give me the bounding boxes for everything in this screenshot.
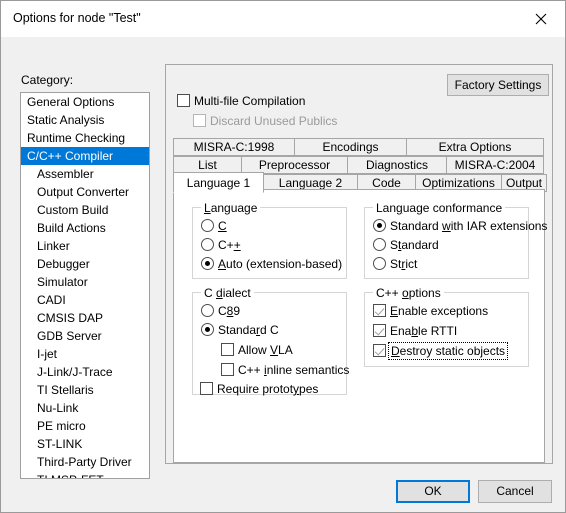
tab-diagnostics[interactable]: Diagnostics (347, 156, 447, 174)
radio-language-cpp[interactable]: C++ (201, 238, 241, 252)
checkbox-box (373, 344, 386, 357)
radio-language-c-label: C (218, 219, 227, 233)
category-item[interactable]: Third-Party Driver (21, 453, 149, 471)
options-dialog: Options for node "Test" Category: Genera… (0, 0, 566, 513)
category-item[interactable]: Nu-Link (21, 399, 149, 417)
category-item[interactable]: Simulator (21, 273, 149, 291)
group-c-dialect: C dialect C89 Standard C Allow VLA C++ i… (192, 286, 349, 395)
radio-language-c[interactable]: C (201, 219, 227, 233)
checkbox-enable-exceptions[interactable]: Enable exceptions (373, 304, 488, 318)
radio-language-cpp-label: C++ (218, 238, 241, 252)
radio-c89-label: C89 (218, 304, 241, 318)
category-item[interactable]: C/C++ Compiler (21, 147, 149, 165)
category-list[interactable]: General Options Static Analysis Runtime Ch… (20, 92, 150, 479)
checkbox-box (177, 94, 190, 107)
multifile-compilation-checkbox[interactable]: Multi-file Compilation (177, 94, 305, 108)
tab-misra-c-1998[interactable]: MISRA-C:1998 (173, 138, 295, 156)
category-item[interactable]: Linker (21, 237, 149, 255)
group-cpp-options: C++ options Enable exceptions Enable RTT… (364, 286, 529, 367)
radio-standard[interactable]: Standard (373, 238, 439, 252)
category-item[interactable]: TI Stellaris (21, 381, 149, 399)
cancel-button[interactable]: Cancel (478, 480, 552, 503)
group-language: Language C C++ Auto (extension-based) (192, 201, 347, 279)
tab-row-1: MISRA-C:1998 Encodings Extra Options (173, 138, 545, 156)
checkbox-allow-vla[interactable]: Allow VLA (221, 343, 293, 357)
category-item[interactable]: TI MSP-FET (21, 471, 149, 478)
group-language-title: Language (201, 201, 261, 215)
radio-circle (201, 257, 214, 270)
factory-settings-button[interactable]: Factory Settings (447, 74, 549, 96)
checkbox-destroy-static-objects[interactable]: Destroy static objects (373, 342, 509, 360)
radio-strict-label: Strict (390, 257, 418, 271)
radio-standard-label: Standard (390, 238, 439, 252)
category-item[interactable]: Runtime Checking (21, 129, 149, 147)
category-item[interactable]: J-Link/J-Trace (21, 363, 149, 381)
radio-standard-iar-extensions-label: Standard with IAR extensions (390, 219, 548, 233)
category-item[interactable]: PE micro (21, 417, 149, 435)
category-item[interactable]: ST-LINK (21, 435, 149, 453)
checkbox-cpp-inline-semantics-label: C++ inline semantics (238, 363, 350, 377)
checkbox-box (193, 114, 206, 127)
radio-standard-c[interactable]: Standard C (201, 323, 279, 337)
close-button[interactable] (519, 1, 565, 36)
radio-circle (373, 219, 386, 232)
category-item[interactable]: CADI (21, 291, 149, 309)
radio-strict[interactable]: Strict (373, 257, 417, 271)
checkbox-allow-vla-label: Allow VLA (238, 343, 293, 357)
radio-standard-iar-extensions[interactable]: Standard with IAR extensions (373, 219, 547, 233)
tab-content-language1: Language C C++ Auto (extension-based) C … (173, 189, 547, 463)
discard-unused-publics-checkbox: Discard Unused Publics (193, 114, 337, 128)
category-item[interactable]: Debugger (21, 255, 149, 273)
category-item[interactable]: General Options (21, 93, 149, 111)
checkbox-enable-exceptions-label: Enable exceptions (390, 304, 489, 318)
radio-circle (201, 304, 214, 317)
checkbox-destroy-static-objects-label: Destroy static objects (387, 342, 509, 360)
ok-button[interactable]: OK (396, 480, 470, 503)
group-language-conformance: Language conformance Standard with IAR e… (364, 201, 547, 279)
group-c-dialect-title: C dialect (201, 286, 254, 300)
tab-extra-options[interactable]: Extra Options (406, 138, 544, 156)
radio-circle (201, 238, 214, 251)
tab-encodings[interactable]: Encodings (294, 138, 407, 156)
checkbox-cpp-inline-semantics[interactable]: C++ inline semantics (221, 363, 349, 377)
window-title: Options for node "Test" (13, 11, 141, 25)
checkbox-require-prototypes[interactable]: Require prototypes (200, 382, 318, 396)
category-item[interactable]: Static Analysis (21, 111, 149, 129)
checkbox-enable-rtti-label: Enable RTTI (390, 324, 458, 338)
category-item[interactable]: Build Actions (21, 219, 149, 237)
discard-unused-publics-label: Discard Unused Publics (210, 114, 338, 128)
category-item[interactable]: GDB Server (21, 327, 149, 345)
checkbox-enable-rtti[interactable]: Enable RTTI (373, 324, 457, 338)
checkbox-box (221, 343, 234, 356)
category-item[interactable]: Output Converter (21, 183, 149, 201)
radio-language-auto-label: Auto (extension-based) (218, 257, 343, 271)
category-item[interactable]: I-jet (21, 345, 149, 363)
category-item[interactable]: Custom Build (21, 201, 149, 219)
checkbox-box (200, 382, 213, 395)
radio-c89[interactable]: C89 (201, 304, 240, 318)
radio-circle (373, 257, 386, 270)
tab-misra-c-2004[interactable]: MISRA-C:2004 (446, 156, 544, 174)
checkbox-box (373, 324, 386, 337)
radio-circle (373, 238, 386, 251)
checkbox-box (373, 304, 386, 317)
radio-standard-c-label: Standard C (218, 323, 279, 337)
category-label: Category: (21, 73, 74, 87)
group-cpp-options-title: C++ options (373, 286, 444, 300)
group-language-conformance-title: Language conformance (373, 201, 506, 215)
close-icon (535, 13, 547, 25)
checkbox-require-prototypes-label: Require prototypes (217, 382, 319, 396)
tab-language-1[interactable]: Language 1 (173, 172, 264, 193)
multifile-compilation-label: Multi-file Compilation (194, 94, 306, 108)
radio-circle (201, 323, 214, 336)
category-item[interactable]: CMSIS DAP (21, 309, 149, 327)
radio-circle (201, 219, 214, 232)
title-bar: Options for node "Test" (1, 1, 565, 37)
radio-language-auto[interactable]: Auto (extension-based) (201, 257, 342, 271)
category-item[interactable]: Assembler (21, 165, 149, 183)
checkbox-box (221, 363, 234, 376)
